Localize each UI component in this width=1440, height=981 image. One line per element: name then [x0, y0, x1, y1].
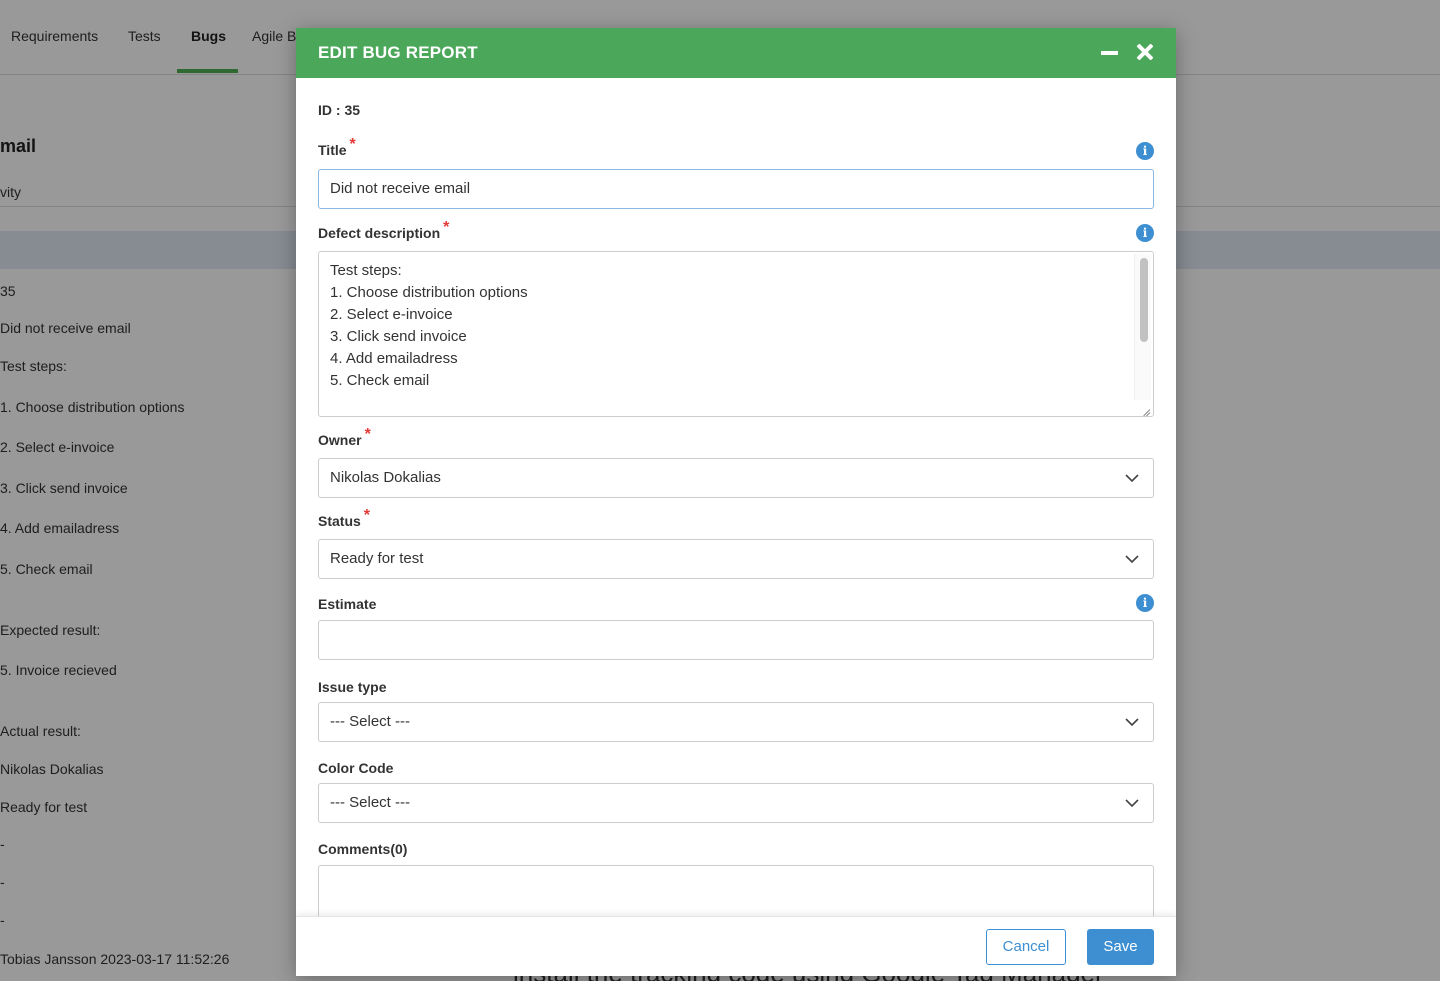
modal-footer: Cancel Save: [296, 916, 1176, 976]
status-select[interactable]: Ready for test: [318, 539, 1154, 579]
title-label: Title *: [318, 136, 356, 160]
status-selected-value: Ready for test: [330, 550, 424, 567]
resize-handle-icon[interactable]: [1141, 404, 1151, 414]
modal-title: EDIT BUG REPORT: [318, 43, 478, 62]
chevron-down-icon: [1125, 555, 1139, 564]
textarea-scrollbar[interactable]: [1134, 254, 1151, 400]
description-line: Test steps:: [330, 262, 402, 279]
cancel-button[interactable]: Cancel: [986, 929, 1066, 965]
info-icon[interactable]: i: [1136, 142, 1154, 160]
required-marker: *: [443, 219, 450, 236]
comments-label: Comments(0): [318, 841, 408, 857]
owner-selected-value: Nikolas Dokalias: [330, 469, 441, 486]
required-marker: *: [349, 136, 356, 153]
estimate-input[interactable]: [318, 620, 1154, 660]
info-icon[interactable]: i: [1136, 594, 1154, 612]
edit-bug-report-modal: EDIT BUG REPORT ID : 35 Title * i Did not…: [296, 28, 1176, 976]
required-marker: *: [363, 507, 371, 524]
description-line: 5. Check email: [330, 372, 430, 389]
issue-type-select[interactable]: --- Select ---: [318, 702, 1154, 742]
status-label: Status *: [318, 507, 370, 531]
estimate-label: Estimate: [318, 596, 377, 612]
chevron-down-icon: [1125, 474, 1139, 483]
description-label: Defect description *: [318, 219, 449, 243]
description-line: 2. Select e-invoice: [330, 306, 453, 323]
description-textarea[interactable]: Test steps: 1. Choose distribution optio…: [318, 251, 1154, 417]
owner-label-text: Owner: [318, 432, 362, 448]
bug-id-label: ID : 35: [318, 102, 361, 118]
color-code-select[interactable]: --- Select ---: [318, 783, 1154, 823]
close-icon[interactable]: [1134, 41, 1156, 63]
save-button[interactable]: Save: [1087, 929, 1154, 965]
issue-type-selected-value: --- Select ---: [330, 713, 410, 730]
status-label-text: Status: [318, 513, 361, 529]
description-line: 4. Add emailadress: [330, 350, 458, 367]
scrollbar-thumb[interactable]: [1140, 258, 1148, 342]
title-input[interactable]: Did not receive email: [318, 169, 1154, 209]
description-line: 1. Choose distribution options: [330, 284, 528, 301]
info-icon[interactable]: i: [1136, 224, 1154, 242]
owner-select[interactable]: Nikolas Dokalias: [318, 458, 1154, 498]
color-code-selected-value: --- Select ---: [330, 794, 410, 811]
chevron-down-icon: [1125, 718, 1139, 727]
minimize-icon[interactable]: [1098, 42, 1120, 64]
issue-type-label: Issue type: [318, 679, 387, 695]
modal-header: EDIT BUG REPORT: [296, 28, 1176, 78]
color-code-label: Color Code: [318, 760, 394, 776]
description-line: 3. Click send invoice: [330, 328, 467, 345]
modal-body: ID : 35 Title * i Did not receive email D…: [296, 78, 1176, 916]
chevron-down-icon: [1125, 799, 1139, 808]
comments-textarea[interactable]: [318, 865, 1154, 916]
required-marker: *: [364, 426, 371, 443]
description-label-text: Defect description: [318, 225, 441, 241]
title-label-text: Title: [318, 142, 347, 158]
owner-label: Owner *: [318, 426, 371, 450]
